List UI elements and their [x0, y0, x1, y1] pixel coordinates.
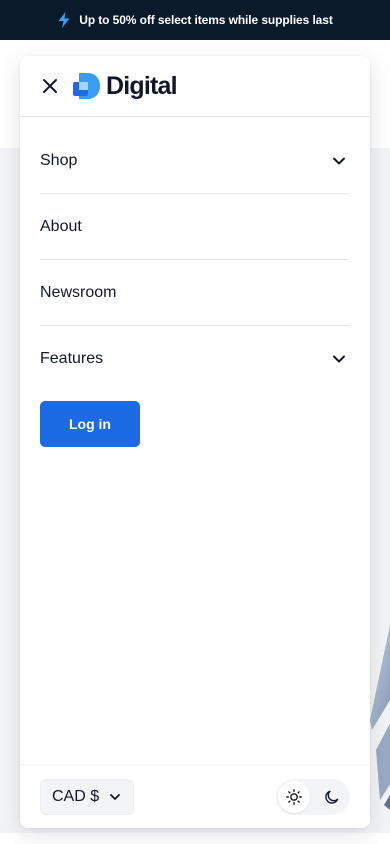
nav-item-label: Shop: [40, 151, 78, 169]
nav-item-label: Newsroom: [40, 283, 117, 301]
currency-selector[interactable]: CAD $: [40, 778, 135, 815]
nav-item-label: About: [40, 217, 82, 235]
chevron-down-icon: [333, 157, 345, 164]
main-nav: Shop About Newsroom Features: [20, 117, 370, 392]
light-theme-button[interactable]: [278, 780, 310, 813]
promo-bar: Up to 50% off select items while supplie…: [0, 0, 390, 40]
drawer-footer: CAD $: [20, 764, 370, 828]
lightning-bolt-icon: [58, 12, 70, 28]
mobile-menu-drawer: Digital Shop About Newsroom Features Log…: [20, 56, 370, 828]
digital-logo-icon: [73, 73, 100, 99]
moon-icon: [325, 790, 339, 804]
close-menu-button[interactable]: [41, 77, 59, 95]
currency-value: CAD $: [52, 787, 100, 805]
theme-toggle: [276, 778, 350, 815]
login-button[interactable]: Log in: [40, 401, 140, 447]
nav-item-newsroom[interactable]: Newsroom: [40, 260, 350, 326]
nav-item-label: Features: [40, 350, 104, 367]
nav-item-about[interactable]: About: [40, 194, 350, 260]
drawer-header: Digital: [20, 56, 370, 117]
close-icon: [43, 79, 57, 93]
chevron-down-icon: [333, 355, 345, 363]
chevron-down-icon: [110, 793, 121, 800]
promo-text: Up to 50% off select items while supplie…: [79, 13, 333, 27]
nav-item-shop[interactable]: Shop: [40, 117, 350, 194]
sun-icon: [286, 788, 302, 805]
nav-item-features[interactable]: Features: [40, 326, 350, 392]
brand-logo[interactable]: Digital: [73, 71, 178, 101]
page-bottom-strip: [0, 833, 390, 844]
dark-theme-button[interactable]: [316, 781, 348, 813]
brand-name: Digital: [106, 71, 178, 100]
